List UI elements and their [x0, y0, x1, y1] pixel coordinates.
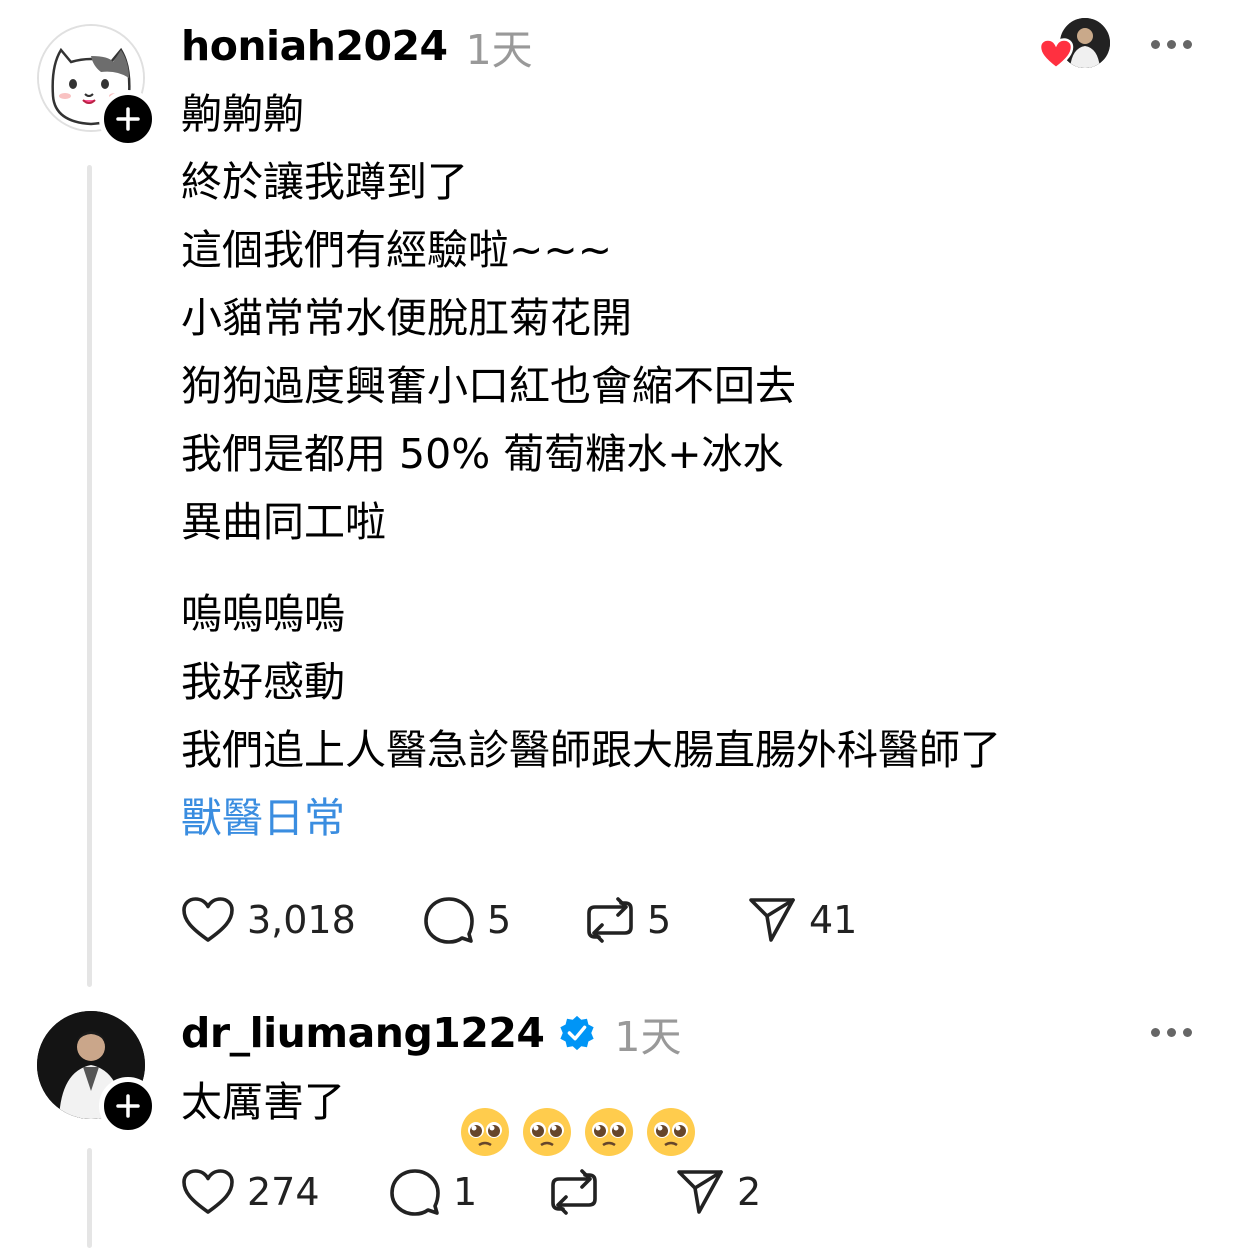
post-line: 小貓常常水便脫肛菊花開	[181, 294, 632, 342]
heart-icon	[182, 897, 234, 942]
heart-icon	[182, 1169, 234, 1214]
post-line: 我們是都用 50% 葡萄糖水+冰水	[181, 430, 784, 478]
follow-button[interactable]	[99, 1077, 157, 1135]
like-count: 274	[247, 1170, 320, 1214]
comment-count: 1	[453, 1170, 478, 1214]
plus-icon	[116, 1094, 140, 1118]
author-avatar-wrap[interactable]	[37, 24, 157, 148]
like-button[interactable]: 274	[181, 1168, 389, 1216]
pleading-face-icon	[461, 1108, 510, 1156]
thread-line	[87, 165, 92, 987]
post-body: 齁齁齁 終於讓我蹲到了 這個我們有經驗啦~~~ 小貓常常水便脫肛菊花開 狗狗過度…	[181, 80, 1001, 852]
post-honiah2024: honiah2024 1天 齁齁齁 終於讓我蹲到了 這個我們有經驗啦~~~ 小貓…	[0, 0, 1242, 987]
post-line: 我好感動	[181, 658, 345, 706]
like-button[interactable]: 3,018	[181, 896, 423, 944]
repost-button[interactable]: 5	[585, 895, 747, 945]
post-line: 嗚嗚嗚嗚	[181, 590, 345, 638]
send-icon	[677, 1170, 723, 1214]
plus-icon	[116, 107, 140, 131]
post-header: honiah2024 1天	[181, 20, 533, 74]
comment-bubble-icon	[424, 897, 474, 944]
pleading-face-icon	[523, 1108, 572, 1156]
comment-button[interactable]: 5	[423, 895, 585, 945]
reply-actions: 274 1 2	[181, 1162, 825, 1222]
reply-text: 太厲害了	[181, 1078, 345, 1126]
liker-avatar-group[interactable]	[1038, 18, 1112, 74]
author-avatar-wrap[interactable]	[37, 1011, 157, 1135]
comment-count: 5	[487, 898, 512, 942]
like-count: 3,018	[247, 898, 356, 942]
post-line: 異曲同工啦	[181, 498, 386, 546]
pleading-face-icon	[585, 1108, 634, 1156]
username[interactable]: honiah2024	[181, 22, 448, 70]
reply-body: 太厲害了 🥺🥺🥺🥺	[181, 1068, 707, 1156]
send-icon	[749, 898, 795, 942]
repost-button[interactable]	[549, 1167, 675, 1217]
share-count: 2	[737, 1170, 762, 1214]
post-line: 終於讓我蹲到了	[181, 158, 468, 206]
post-line: 我們追上人醫急診醫師跟大腸直腸外科醫師了	[181, 726, 1001, 774]
reply-line: 太厲害了 🥺🥺🥺🥺	[181, 1068, 707, 1156]
post-line: 這個我們有經驗啦~~~	[181, 226, 613, 274]
follow-button[interactable]	[99, 90, 157, 148]
share-button[interactable]: 41	[747, 896, 909, 944]
comment-button[interactable]: 1	[389, 1167, 549, 1217]
topic-tag-link[interactable]: 獸醫日常	[181, 784, 1001, 852]
reply-dr-liumang1224: dr_liumang1224 1天 太厲害了 🥺🥺🥺🥺 274	[0, 985, 1242, 1248]
thread-line	[87, 1148, 92, 1248]
post-actions: 3,018 5 5 41	[181, 890, 909, 950]
more-dots-icon[interactable]	[1151, 1028, 1192, 1037]
repost-icon	[551, 1169, 597, 1215]
comment-bubble-icon	[390, 1169, 440, 1216]
post-line: 齁齁齁	[181, 90, 304, 138]
repost-icon	[587, 897, 633, 943]
share-count: 41	[809, 898, 858, 942]
share-button[interactable]: 2	[675, 1168, 825, 1216]
repost-count: 5	[647, 898, 672, 942]
post-line: 狗狗過度興奮小口紅也會縮不回去	[181, 362, 796, 410]
pleading-face-icon	[647, 1108, 696, 1156]
more-dots-icon[interactable]	[1151, 40, 1192, 49]
timestamp: 1天	[465, 26, 533, 74]
heart-icon	[1038, 38, 1074, 70]
